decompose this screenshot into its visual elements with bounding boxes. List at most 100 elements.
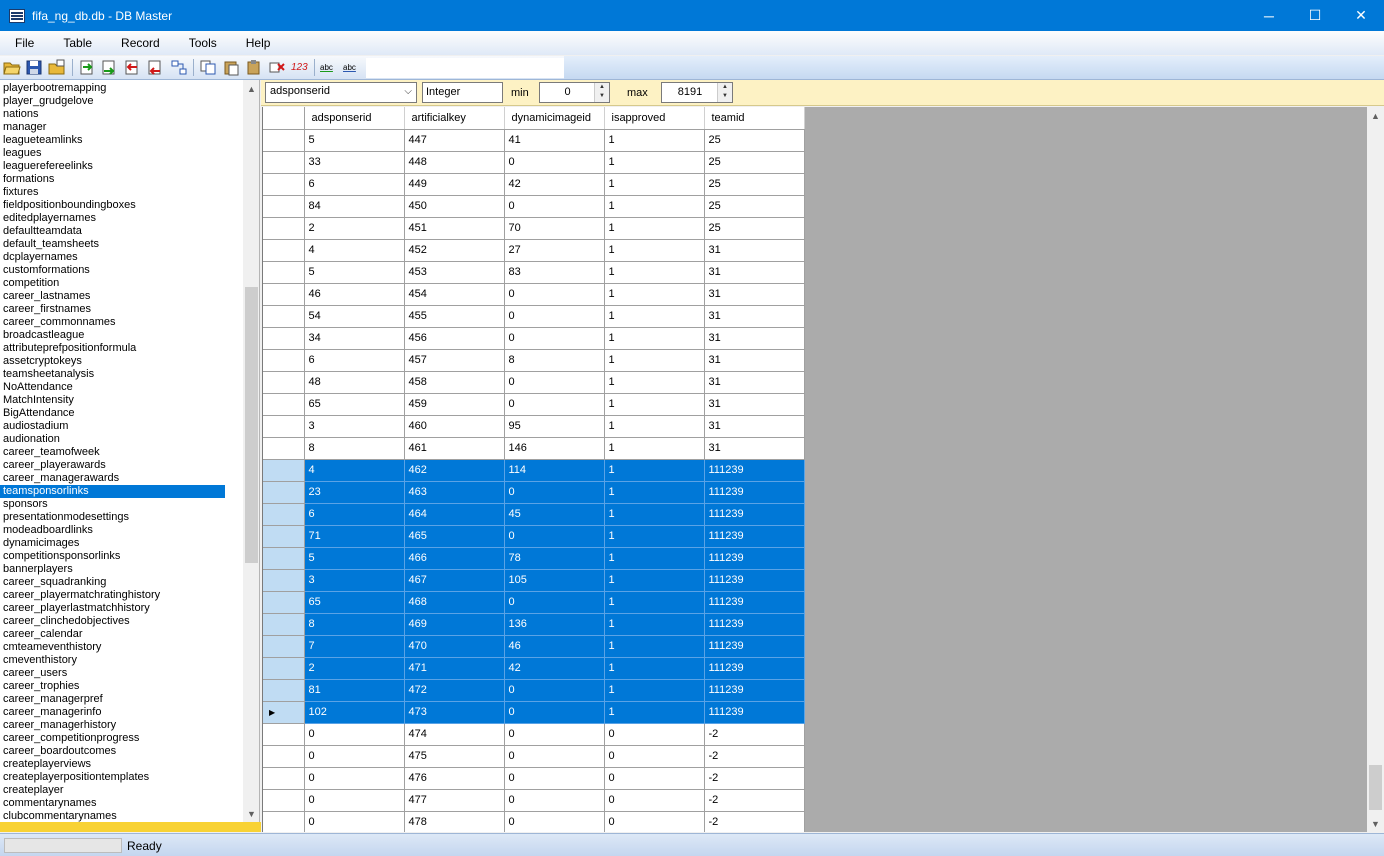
table-cell[interactable]: 6: [304, 349, 405, 372]
table-list-scrollbar[interactable]: ▲ ▼: [243, 80, 259, 822]
table-row[interactable]: 8 461 146 1 31: [263, 437, 805, 460]
table-cell[interactable]: 114: [504, 459, 605, 482]
table-cell[interactable]: 454: [404, 283, 505, 306]
table-row[interactable]: 71 465 0 1 111239: [263, 525, 805, 548]
table-list-item[interactable]: audionation: [0, 433, 243, 446]
table-list-item[interactable]: career_managerhistory: [0, 719, 243, 732]
row-header[interactable]: [263, 789, 305, 812]
table-cell[interactable]: 111239: [704, 635, 805, 658]
table-cell[interactable]: 460: [404, 415, 505, 438]
row-header[interactable]: [263, 481, 305, 504]
table-cell[interactable]: 25: [704, 217, 805, 240]
table-cell[interactable]: 450: [404, 195, 505, 218]
table-list-item[interactable]: bannerplayers: [0, 563, 243, 576]
table-cell[interactable]: 1: [604, 569, 705, 592]
table-cell[interactable]: 453: [404, 261, 505, 284]
table-cell[interactable]: 7: [304, 635, 405, 658]
table-list-item[interactable]: createplayerviews: [0, 758, 243, 771]
column-header[interactable]: artificialkey: [404, 107, 505, 130]
row-header[interactable]: [263, 569, 305, 592]
table-cell[interactable]: 464: [404, 503, 505, 526]
table-cell[interactable]: 48: [304, 371, 405, 394]
table-list-item[interactable]: createplayer: [0, 784, 243, 797]
table-cell[interactable]: 111239: [704, 657, 805, 680]
table-cell[interactable]: 111239: [704, 481, 805, 504]
table-list-item[interactable]: career_managerinfo: [0, 706, 243, 719]
table-cell[interactable]: 1: [604, 701, 705, 724]
table-cell[interactable]: 1: [604, 525, 705, 548]
scroll-down-icon[interactable]: ▼: [243, 805, 259, 822]
table-cell[interactable]: 1: [604, 129, 705, 152]
scrollbar-thumb[interactable]: [245, 287, 258, 563]
column-header[interactable]: dynamicimageid: [504, 107, 605, 130]
table-cell[interactable]: 105: [504, 569, 605, 592]
table-cell[interactable]: -2: [704, 723, 805, 746]
column-header[interactable]: isapproved: [604, 107, 705, 130]
table-list-item[interactable]: career_playermatchratinghistory: [0, 589, 243, 602]
table-list-item[interactable]: career_firstnames: [0, 303, 243, 316]
table-list-item[interactable]: dynamicimages: [0, 537, 243, 550]
table-cell[interactable]: 461: [404, 437, 505, 460]
table-cell[interactable]: 0: [504, 305, 605, 328]
table-cell[interactable]: 468: [404, 591, 505, 614]
table-row[interactable]: 0 477 0 0 -2: [263, 789, 805, 812]
table-row[interactable]: 8 469 136 1 111239: [263, 613, 805, 636]
table-cell[interactable]: 46: [304, 283, 405, 306]
table-row[interactable]: 84 450 0 1 25: [263, 195, 805, 218]
table-cell[interactable]: 0: [604, 723, 705, 746]
table-cell[interactable]: 474: [404, 723, 505, 746]
row-header[interactable]: [263, 723, 305, 746]
table-row[interactable]: 5 466 78 1 111239: [263, 547, 805, 570]
table-cell[interactable]: 0: [504, 151, 605, 174]
column-header[interactable]: adsponserid: [304, 107, 405, 130]
table-list-item[interactable]: MatchIntensity: [0, 394, 243, 407]
table-list-item[interactable]: career_commonnames: [0, 316, 243, 329]
table-cell[interactable]: 5: [304, 261, 405, 284]
open-folder-icon[interactable]: [3, 59, 21, 76]
table-cell[interactable]: 0: [504, 525, 605, 548]
table-list-item[interactable]: nations: [0, 108, 243, 121]
spell-check-2-icon[interactable]: abc: [343, 59, 361, 76]
table-cell[interactable]: 41: [504, 129, 605, 152]
table-list-item[interactable]: career_users: [0, 667, 243, 680]
row-header[interactable]: [263, 129, 305, 152]
paste-icon[interactable]: [222, 59, 240, 76]
table-list-item[interactable]: competition: [0, 277, 243, 290]
row-header[interactable]: [263, 151, 305, 174]
table-list-item[interactable]: playerbootremapping: [0, 82, 243, 95]
menu-help[interactable]: Help: [231, 36, 285, 50]
table-cell[interactable]: 111239: [704, 525, 805, 548]
table-row[interactable]: 2 451 70 1 25: [263, 217, 805, 240]
table-list-item[interactable]: commentarynames: [0, 797, 243, 810]
table-cell[interactable]: 3: [304, 415, 405, 438]
row-header[interactable]: [263, 657, 305, 680]
row-header[interactable]: [263, 305, 305, 328]
table-cell[interactable]: 0: [504, 723, 605, 746]
max-stepper[interactable]: 8191 ▲ ▼: [661, 82, 733, 103]
table-cell[interactable]: 111239: [704, 679, 805, 702]
table-cell[interactable]: -2: [704, 745, 805, 768]
table-cell[interactable]: 1: [604, 151, 705, 174]
table-cell[interactable]: 5: [304, 129, 405, 152]
scroll-down-icon[interactable]: ▼: [1367, 815, 1384, 832]
row-header-corner[interactable]: [263, 107, 305, 130]
table-list-item[interactable]: career_playerawards: [0, 459, 243, 472]
table-list-item[interactable]: career_trophies: [0, 680, 243, 693]
table-cell[interactable]: 448: [404, 151, 505, 174]
table-cell[interactable]: 4: [304, 459, 405, 482]
table-row[interactable]: 6 464 45 1 111239: [263, 503, 805, 526]
import-red-icon[interactable]: [123, 59, 141, 76]
table-cell[interactable]: 111239: [704, 701, 805, 724]
table-cell[interactable]: 449: [404, 173, 505, 196]
row-header[interactable]: ▶: [263, 701, 305, 724]
table-list-item[interactable]: career_lastnames: [0, 290, 243, 303]
table-cell[interactable]: 1: [604, 239, 705, 262]
row-header[interactable]: [263, 547, 305, 570]
table-cell[interactable]: 458: [404, 371, 505, 394]
table-cell[interactable]: 111239: [704, 613, 805, 636]
table-cell[interactable]: 31: [704, 393, 805, 416]
row-header[interactable]: [263, 635, 305, 658]
table-cell[interactable]: 1: [604, 679, 705, 702]
max-stepper-buttons[interactable]: ▲ ▼: [717, 83, 732, 102]
maximize-button[interactable]: ☐: [1292, 0, 1338, 31]
